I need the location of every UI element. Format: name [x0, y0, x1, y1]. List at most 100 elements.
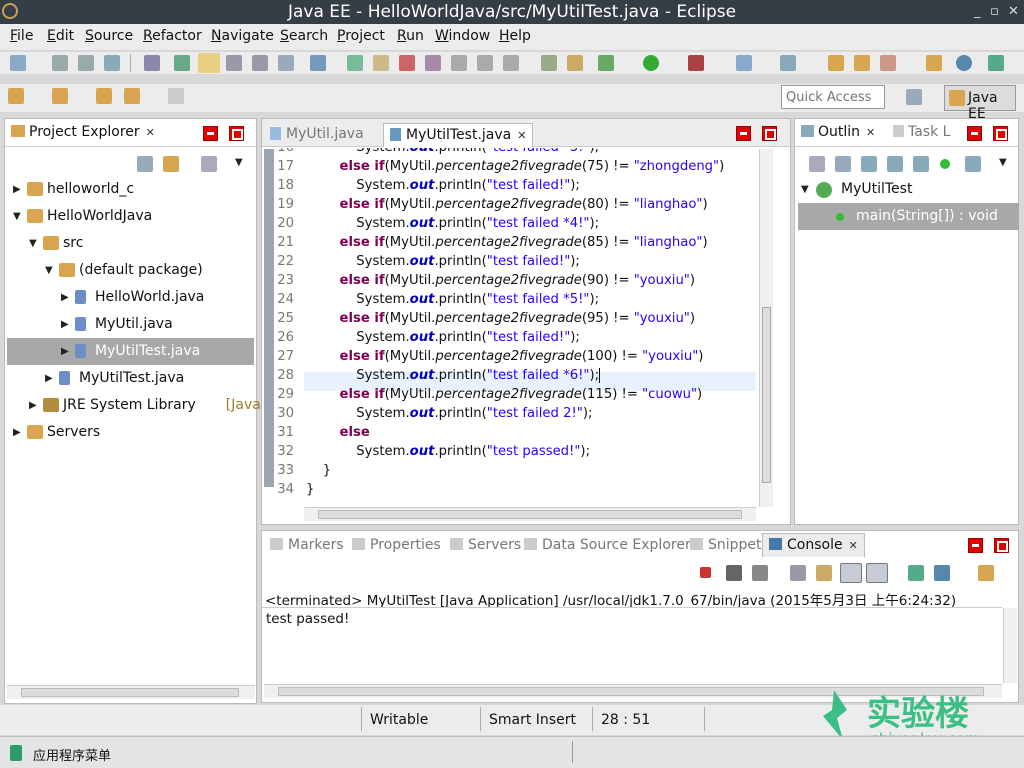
filters-icon[interactable]: [201, 156, 217, 172]
tree-item[interactable]: ▶JRE System Library[JavaSE-1.7]: [7, 392, 311, 419]
terminate-icon[interactable]: [700, 567, 711, 578]
explorer-h-scrollbar[interactable]: [7, 685, 255, 699]
collapse-all-icon[interactable]: [835, 156, 851, 172]
code-line[interactable]: System.out.println("test failed!");: [306, 328, 580, 347]
pin-console-icon[interactable]: [908, 565, 924, 581]
code-line[interactable]: System.out.println("test failed 2!");: [306, 404, 592, 423]
sort-icon[interactable]: [861, 156, 877, 172]
drop-to-frame-icon[interactable]: [541, 55, 557, 71]
next-annotation-icon[interactable]: [8, 88, 24, 104]
show-whitespace-icon[interactable]: [278, 55, 294, 71]
new-java-package-icon[interactable]: [780, 55, 796, 71]
tree-item[interactable]: ▼ HelloWorldJava: [7, 203, 254, 230]
maximize-button[interactable]: ▫: [990, 0, 999, 24]
close-tab-icon[interactable]: ✕: [517, 129, 526, 142]
last-edit-icon[interactable]: [96, 88, 112, 104]
code-line[interactable]: System.out.println("test failed *6!");: [306, 366, 601, 385]
code-line[interactable]: else: [306, 423, 370, 442]
maximize-view-icon[interactable]: [993, 126, 1008, 141]
collapse-all-icon[interactable]: [137, 156, 153, 172]
hide-static-icon[interactable]: [913, 156, 929, 172]
code-line[interactable]: else if(MyUtil.percentage2fivegrade(80) …: [306, 195, 708, 214]
editor-h-scrollbar[interactable]: [304, 507, 756, 521]
tab-properties[interactable]: Properties: [346, 534, 447, 558]
minimize-button[interactable]: _: [974, 0, 981, 24]
chevron-right-icon[interactable]: ▶: [45, 365, 53, 392]
tab-markers[interactable]: Markers: [264, 534, 350, 558]
code-line[interactable]: else if(MyUtil.percentage2fivegrade(75) …: [306, 157, 725, 176]
chevron-right-icon[interactable]: ▶: [29, 392, 37, 419]
menu-window[interactable]: Window: [435, 28, 490, 44]
remove-all-icon[interactable]: [752, 565, 768, 581]
chevron-down-icon[interactable]: ▼: [29, 230, 37, 257]
quick-access-input[interactable]: [781, 85, 885, 109]
code-line[interactable]: else if(MyUtil.percentage2fivegrade(90) …: [306, 271, 696, 290]
minimize-view-icon[interactable]: [203, 126, 218, 141]
outline-method-row[interactable]: main(String[]) : void: [798, 203, 1019, 230]
block-selection-icon[interactable]: [226, 55, 242, 71]
step-into-icon[interactable]: [451, 55, 467, 71]
menu-navigate[interactable]: Navigate: [211, 28, 274, 44]
close-tab-icon[interactable]: ✕: [146, 126, 155, 139]
new-icon[interactable]: [10, 55, 26, 71]
open-console-icon[interactable]: [978, 565, 994, 581]
code-line[interactable]: System.out.println("test failed *5!");: [306, 290, 599, 309]
view-menu-icon[interactable]: ▼: [999, 157, 1007, 168]
binary-icon[interactable]: [144, 55, 160, 71]
app-menu-label[interactable]: 应用程序菜单: [33, 745, 111, 764]
remove-launch-icon[interactable]: [726, 565, 742, 581]
maximize-editor-icon[interactable]: [762, 126, 777, 141]
tab-console[interactable]: Console ✕: [762, 533, 865, 557]
resume-icon[interactable]: [347, 55, 363, 71]
chevron-right-icon[interactable]: ▶: [61, 311, 69, 338]
chevron-right-icon[interactable]: ▶: [13, 176, 21, 203]
hide-nonpublic-icon[interactable]: [940, 159, 950, 169]
menu-help[interactable]: Help: [499, 28, 531, 44]
forward-icon[interactable]: [168, 88, 184, 104]
tab-myutiltest-java[interactable]: MyUtilTest.java ✕: [383, 123, 534, 147]
debug-icon[interactable]: [598, 55, 614, 71]
tab-outline[interactable]: Outlin ✕: [795, 121, 882, 145]
show-on-stdout-icon[interactable]: [840, 563, 862, 583]
use-step-filters-icon[interactable]: [567, 55, 583, 71]
new-server-icon[interactable]: [736, 55, 752, 71]
console-output-area[interactable]: test passed!: [262, 607, 1002, 683]
minimize-editor-icon[interactable]: [736, 126, 751, 141]
word-wrap-icon[interactable]: [252, 55, 268, 71]
console-v-scrollbar[interactable]: [1003, 608, 1017, 683]
maximize-view-icon[interactable]: [994, 538, 1009, 553]
menu-refactor[interactable]: Refactor: [143, 28, 202, 44]
menu-source[interactable]: Source: [85, 28, 133, 44]
code-line[interactable]: }: [306, 480, 314, 499]
chevron-right-icon[interactable]: ▶: [13, 419, 21, 446]
open-folder-icon[interactable]: [828, 55, 844, 71]
folder-icon[interactable]: [926, 55, 942, 71]
chevron-down-icon[interactable]: ▼: [45, 257, 53, 284]
terminate-icon[interactable]: [399, 55, 415, 71]
globe-icon[interactable]: [956, 55, 972, 71]
tree-item[interactable]: ▼ (default package): [7, 257, 254, 284]
display-console-icon[interactable]: [934, 565, 950, 581]
close-button[interactable]: ✕: [1008, 0, 1019, 24]
previous-annotation-icon[interactable]: [52, 88, 68, 104]
step-return-icon[interactable]: [503, 55, 519, 71]
tab-myutil-java[interactable]: MyUtil.java: [264, 123, 370, 147]
print-icon[interactable]: [104, 55, 120, 71]
open-type-icon[interactable]: [174, 55, 190, 71]
code-line[interactable]: else if(MyUtil.percentage2fivegrade(115)…: [306, 385, 703, 404]
code-line[interactable]: }: [306, 461, 331, 480]
tab-task-list[interactable]: Task L: [887, 121, 956, 145]
chevron-down-icon[interactable]: ▼: [13, 203, 21, 230]
chevron-right-icon[interactable]: ▶: [61, 284, 69, 311]
tree-item[interactable]: ▶ helloworld_c: [7, 176, 254, 203]
external-tools-icon[interactable]: [688, 55, 704, 71]
menu-search[interactable]: Search: [280, 28, 328, 44]
chevron-down-icon[interactable]: ▼: [801, 184, 809, 195]
run-icon[interactable]: [643, 55, 659, 71]
maximize-view-icon[interactable]: [229, 126, 244, 141]
mark-occurrences-icon[interactable]: [198, 53, 220, 73]
menu-run[interactable]: Run: [397, 28, 424, 44]
tab-project-explorer[interactable]: Project Explorer ✕: [5, 121, 161, 145]
tree-item[interactable]: ▶ MyUtilTest.java: [7, 338, 254, 365]
minimize-view-icon[interactable]: [968, 538, 983, 553]
